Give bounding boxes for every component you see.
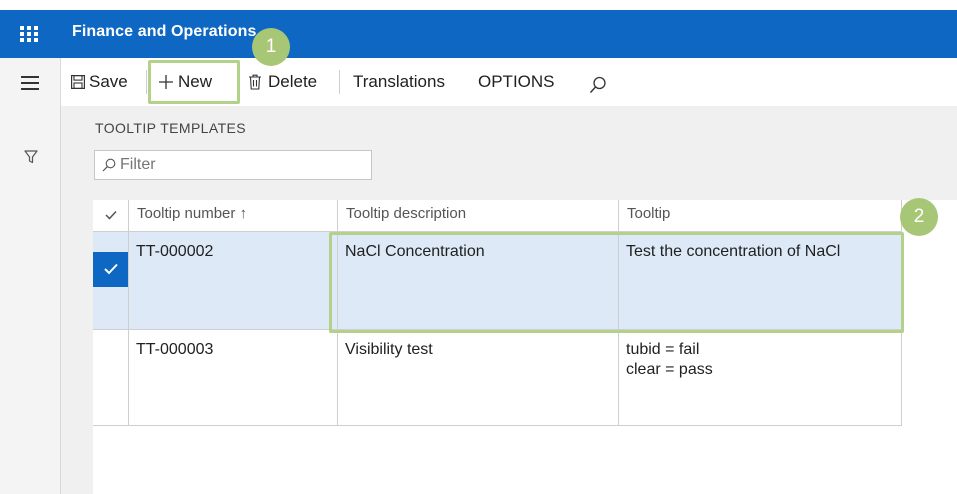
- filter-pane-icon[interactable]: [24, 150, 38, 164]
- delete-label: Delete: [268, 72, 318, 91]
- select-all-checkbox[interactable]: [93, 200, 129, 232]
- row-selected-indicator: [93, 251, 128, 287]
- hamburger-menu-icon[interactable]: [21, 76, 39, 90]
- app-title[interactable]: Finance and Operations: [72, 23, 256, 41]
- app-bar: Finance and Operations: [0, 10, 957, 58]
- table-row[interactable]: TT-000003 Visibility test tubid = fail c…: [93, 328, 902, 426]
- trash-icon: [249, 74, 261, 90]
- translations-button[interactable]: Translations: [353, 70, 445, 94]
- column-header-tooltip[interactable]: Tooltip: [618, 200, 902, 232]
- row-checkbox[interactable]: [93, 230, 129, 330]
- cell-tooltip[interactable]: tubid = fail clear = pass: [618, 328, 902, 426]
- search-icon: [102, 158, 116, 172]
- filter-field[interactable]: [94, 150, 372, 180]
- app-launcher-icon[interactable]: [20, 26, 40, 42]
- options-tab[interactable]: OPTIONS: [478, 70, 555, 94]
- cell-tooltip-number[interactable]: TT-000003: [128, 328, 338, 426]
- save-icon: [71, 75, 85, 89]
- search-icon[interactable]: [589, 73, 607, 97]
- column-header-tooltip-number[interactable]: Tooltip number ↑: [128, 200, 338, 232]
- column-header-tooltip-description[interactable]: Tooltip description: [337, 200, 619, 232]
- checkmark-icon: [103, 263, 118, 275]
- grid-header-row: Tooltip number ↑ Tooltip description Too…: [93, 200, 902, 232]
- separator: [146, 70, 147, 94]
- save-button[interactable]: Save: [71, 70, 128, 94]
- delete-button[interactable]: Delete: [248, 70, 317, 94]
- filter-input[interactable]: [120, 156, 360, 174]
- section-title: TOOLTIP TEMPLATES: [95, 120, 246, 136]
- cell-tooltip-number[interactable]: TT-000002: [128, 230, 338, 330]
- cell-tooltip-description[interactable]: Visibility test: [337, 328, 619, 426]
- separator: [339, 70, 340, 94]
- checkmark-icon: [104, 210, 117, 220]
- callout-badge-2: 2: [900, 198, 938, 236]
- new-button-highlight: [148, 60, 240, 104]
- left-nav: [0, 58, 61, 494]
- row-highlight: [329, 232, 904, 333]
- save-label: Save: [89, 72, 128, 91]
- callout-badge-1: 1: [252, 28, 290, 66]
- row-checkbox[interactable]: [93, 328, 129, 426]
